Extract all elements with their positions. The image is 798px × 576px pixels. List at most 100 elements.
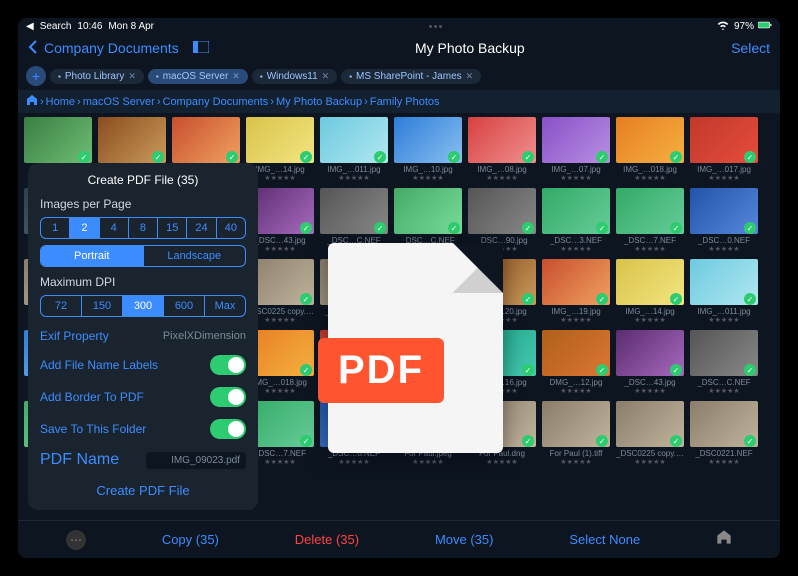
chevron-right-icon: › xyxy=(364,96,368,108)
thumbnail-label: IMG_…017.jpg xyxy=(690,165,758,174)
orientation-segment[interactable]: PortraitLandscape xyxy=(40,245,246,267)
rating-stars: ★★★★★ xyxy=(690,458,758,466)
thumbnail-item[interactable]: ✓IMG_…011.jpg★★★★★ xyxy=(320,117,388,182)
breadcrumb-item[interactable]: My Photo Backup xyxy=(276,96,362,108)
close-icon[interactable]: ✕ xyxy=(128,71,136,82)
segment-option[interactable]: 600 xyxy=(164,296,205,316)
close-icon[interactable]: ✕ xyxy=(232,71,240,82)
chevron-right-icon: › xyxy=(157,96,161,108)
thumbnail-item[interactable]: ✓_DSC…0.NEF★★★★★ xyxy=(690,188,758,253)
rating-stars: ★★★★★ xyxy=(616,245,684,253)
thumbnail-item[interactable]: ✓DMG_…12.jpg★★★★★ xyxy=(542,330,610,395)
exif-property-row[interactable]: Exif Property PixelXDimension xyxy=(40,323,246,349)
battery-percent: 97% xyxy=(734,21,754,32)
delete-button[interactable]: Delete (35) xyxy=(295,532,359,547)
copy-button[interactable]: Copy (35) xyxy=(162,532,219,547)
breadcrumb-item[interactable]: Home xyxy=(46,96,75,108)
thumbnail-item[interactable]: ✓IMG_…08.jpg★★★★★ xyxy=(468,117,536,182)
tab-2[interactable]: ▪Windows11✕ xyxy=(252,69,337,84)
battery-icon xyxy=(758,18,772,35)
segment-option[interactable]: 15 xyxy=(158,218,187,238)
create-pdf-button[interactable]: Create PDF File xyxy=(40,475,246,500)
checkmark-icon: ✓ xyxy=(670,222,682,234)
select-none-button[interactable]: Select None xyxy=(569,532,640,547)
checkmark-icon: ✓ xyxy=(670,151,682,163)
chevron-right-icon: › xyxy=(77,96,81,108)
pdf-badge-label: PDF xyxy=(318,338,444,403)
dpi-segment[interactable]: 72150300600Max xyxy=(40,295,246,317)
segment-option[interactable]: 4 xyxy=(100,218,129,238)
segment-option[interactable]: 2 xyxy=(70,218,99,238)
add-border-toggle[interactable] xyxy=(210,387,246,407)
add-labels-toggle[interactable] xyxy=(210,355,246,375)
checkmark-icon: ✓ xyxy=(744,151,756,163)
breadcrumb-item[interactable]: Company Documents xyxy=(163,96,269,108)
rating-stars: ★★★★★ xyxy=(690,316,758,324)
thumbnail-item[interactable]: ✓_DSC…7.NEF★★★★★ xyxy=(616,188,684,253)
thumbnail-item[interactable]: ✓IMG_…011.jpg★★★★★ xyxy=(690,259,758,324)
thumbnail-label: _DSC0221.NEF xyxy=(690,449,758,458)
checkmark-icon: ✓ xyxy=(596,435,608,447)
thumbnail-item[interactable]: ✓IMG_…017.jpg★★★★★ xyxy=(690,117,758,182)
select-button[interactable]: Select xyxy=(731,40,770,56)
segment-option[interactable]: Landscape xyxy=(144,246,246,266)
sidebar-toggle-icon[interactable] xyxy=(193,40,209,56)
thumbnail-label: IMG_…011.jpg xyxy=(320,165,388,174)
status-back: Search xyxy=(40,21,72,32)
thumbnail-item[interactable]: ✓_DSC0221.NEF★★★★★ xyxy=(690,401,758,466)
save-folder-toggle[interactable] xyxy=(210,419,246,439)
close-icon[interactable]: ✕ xyxy=(322,71,330,82)
segment-option[interactable]: 24 xyxy=(187,218,216,238)
tab-1[interactable]: ▪macOS Server✕ xyxy=(148,69,248,84)
thumbnail-item[interactable]: ✓_DSC…C.NEF★★★★★ xyxy=(690,330,758,395)
tabs-row: + ▪Photo Library✕ ▪macOS Server✕ ▪Windows1… xyxy=(18,62,780,90)
segment-option[interactable]: Portrait xyxy=(41,246,144,266)
breadcrumb-item[interactable]: Family Photos xyxy=(370,96,440,108)
thumbnail-item[interactable]: ✓IMG_…19.jpg★★★★★ xyxy=(542,259,610,324)
thumbnail-item[interactable]: ✓IMG_…14.jpg★★★★★ xyxy=(616,259,684,324)
segment-option[interactable]: Max xyxy=(205,296,245,316)
rating-stars: ★★★★★ xyxy=(542,387,610,395)
thumbnail-label: IMG_…14.jpg xyxy=(616,307,684,316)
status-time: 10:46 xyxy=(77,21,102,32)
checkmark-icon: ✓ xyxy=(448,151,460,163)
rating-stars: ★★★★★ xyxy=(616,387,684,395)
thumbnail-item[interactable]: ✓IMG_…07.jpg★★★★★ xyxy=(542,117,610,182)
close-icon[interactable]: ✕ xyxy=(466,71,474,82)
checkmark-icon: ✓ xyxy=(596,151,608,163)
pdf-name-input[interactable] xyxy=(146,452,246,469)
rating-stars: ★★★★★ xyxy=(690,387,758,395)
segment-option[interactable]: 8 xyxy=(129,218,158,238)
home-icon[interactable] xyxy=(26,94,38,109)
segment-option[interactable]: 1 xyxy=(41,218,70,238)
move-button[interactable]: Move (35) xyxy=(435,532,494,547)
segment-option[interactable]: 40 xyxy=(217,218,245,238)
breadcrumb-item[interactable]: macOS Server xyxy=(83,96,155,108)
checkmark-icon: ✓ xyxy=(374,151,386,163)
more-button[interactable]: ⋯ xyxy=(66,530,86,550)
thumbnail-item[interactable]: ✓IMG_…018.jpg★★★★★ xyxy=(616,117,684,182)
segment-option[interactable]: 300 xyxy=(123,296,164,316)
segment-option[interactable]: 150 xyxy=(82,296,123,316)
wifi-icon xyxy=(716,18,730,35)
add-labels-label: Add File Name Labels xyxy=(40,358,158,372)
nav-back-button[interactable]: Company Documents xyxy=(28,40,209,57)
tab-0[interactable]: ▪Photo Library✕ xyxy=(50,69,144,84)
tab-icon: ▪ xyxy=(156,72,159,81)
add-tab-button[interactable]: + xyxy=(26,66,46,86)
thumbnail-item[interactable]: ✓For Paul (1).tiff★★★★★ xyxy=(542,401,610,466)
segment-option[interactable]: 72 xyxy=(41,296,82,316)
save-folder-label: Save To This Folder xyxy=(40,422,146,436)
checkmark-icon: ✓ xyxy=(596,364,608,376)
thumbnail-item[interactable]: ✓_DSC…43.jpg★★★★★ xyxy=(616,330,684,395)
images-per-page-segment[interactable]: 1248152440 xyxy=(40,217,246,239)
checkmark-icon: ✓ xyxy=(744,293,756,305)
thumbnail-item[interactable]: ✓IMG_…10.jpg★★★★★ xyxy=(394,117,462,182)
thumbnail-item[interactable]: ✓_DSC0225 copy.NEF★★★★★ xyxy=(616,401,684,466)
images-per-page-label: Images per Page xyxy=(40,197,246,211)
multitask-pill[interactable] xyxy=(429,25,442,28)
thumbnail-item[interactable]: ✓_DSC…3.NEF★★★★★ xyxy=(542,188,610,253)
home-button-icon[interactable] xyxy=(716,529,732,550)
checkmark-icon: ✓ xyxy=(744,222,756,234)
tab-3[interactable]: ▪MS SharePoint - James✕ xyxy=(341,69,481,84)
